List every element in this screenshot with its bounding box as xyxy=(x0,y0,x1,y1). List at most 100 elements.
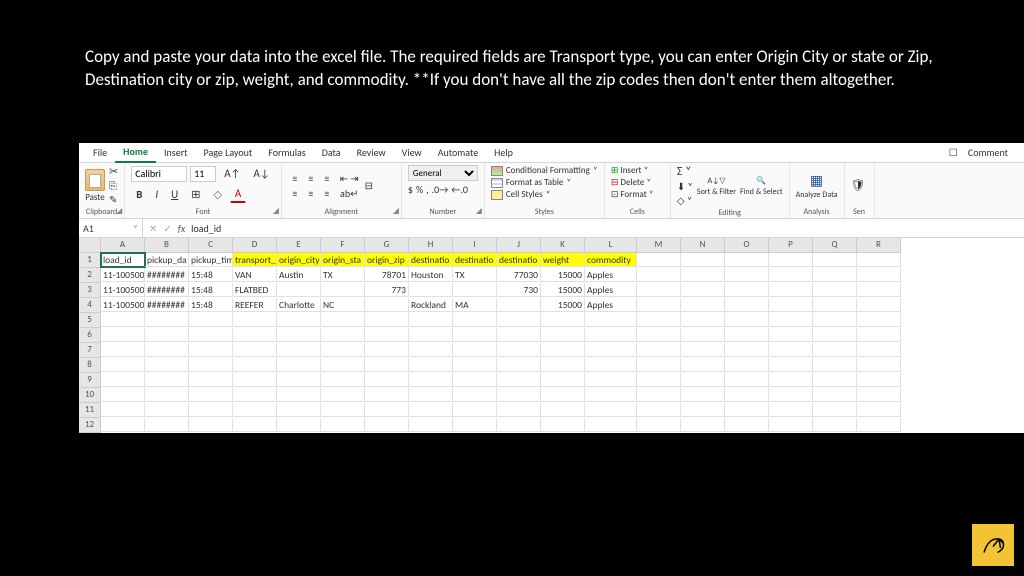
cell[interactable] xyxy=(365,418,409,432)
cell[interactable] xyxy=(857,283,901,297)
cell[interactable] xyxy=(453,283,497,297)
tab-formulas[interactable]: Formulas xyxy=(260,143,313,162)
cell[interactable]: TX xyxy=(453,268,497,282)
cell[interactable] xyxy=(725,403,769,417)
cell[interactable]: FLATBED xyxy=(233,283,277,297)
cell[interactable] xyxy=(681,418,725,432)
cell[interactable] xyxy=(813,343,857,357)
cell[interactable] xyxy=(277,313,321,327)
tab-file[interactable]: File xyxy=(85,143,115,162)
cell[interactable]: Apples xyxy=(585,268,637,282)
cell[interactable] xyxy=(585,328,637,342)
cell[interactable] xyxy=(453,328,497,342)
align-top-icon[interactable]: ≡ xyxy=(288,172,302,185)
name-box[interactable]: A1˅ xyxy=(79,219,143,237)
align-center-icon[interactable]: ≡ xyxy=(304,187,318,200)
cell[interactable] xyxy=(637,283,681,297)
cell[interactable] xyxy=(769,388,813,402)
cell[interactable] xyxy=(681,283,725,297)
cell[interactable]: Rockland xyxy=(409,298,453,312)
col-header[interactable]: M xyxy=(637,238,681,253)
col-header[interactable]: I xyxy=(453,238,497,253)
cell[interactable] xyxy=(725,373,769,387)
wrap-text-icon[interactable]: ab↵ xyxy=(340,187,359,200)
row-header[interactable]: 9 xyxy=(79,373,101,388)
cell[interactable] xyxy=(365,298,409,312)
cell[interactable] xyxy=(409,313,453,327)
number-launcher-icon[interactable]: ◢ xyxy=(476,206,482,216)
cell[interactable]: origin_city xyxy=(277,253,321,267)
cell[interactable]: origin_sta xyxy=(321,253,365,267)
row-header[interactable]: 5 xyxy=(79,313,101,328)
cell[interactable] xyxy=(857,403,901,417)
spreadsheet-grid[interactable]: ABCDEFGHIJKLMNOPQR1load_idpickup_dapicku… xyxy=(79,238,1024,433)
cell[interactable] xyxy=(813,298,857,312)
tab-help[interactable]: Help xyxy=(486,143,521,162)
row-header[interactable]: 6 xyxy=(79,328,101,343)
percent-icon[interactable]: % xyxy=(416,183,423,196)
cell[interactable] xyxy=(769,313,813,327)
cell[interactable] xyxy=(725,268,769,282)
cell[interactable] xyxy=(637,253,681,267)
tab-insert[interactable]: Insert xyxy=(156,143,196,162)
cell[interactable] xyxy=(857,328,901,342)
cell[interactable] xyxy=(145,313,189,327)
cell[interactable] xyxy=(813,373,857,387)
cell[interactable] xyxy=(233,313,277,327)
cell[interactable] xyxy=(101,343,145,357)
cell[interactable] xyxy=(585,418,637,432)
cell[interactable] xyxy=(277,388,321,402)
cell[interactable] xyxy=(637,328,681,342)
cell[interactable] xyxy=(681,343,725,357)
sort-filter-button[interactable]: A↓▽ Sort & Filter xyxy=(697,176,736,197)
cell[interactable] xyxy=(189,388,233,402)
cell[interactable] xyxy=(541,343,585,357)
cell[interactable] xyxy=(233,328,277,342)
cell[interactable] xyxy=(857,268,901,282)
cell[interactable]: Charlotte xyxy=(277,298,321,312)
currency-icon[interactable]: $ xyxy=(408,183,413,196)
cell[interactable] xyxy=(585,343,637,357)
cell[interactable] xyxy=(681,388,725,402)
cell[interactable] xyxy=(365,328,409,342)
cell[interactable] xyxy=(585,403,637,417)
cell[interactable] xyxy=(145,418,189,432)
cell[interactable] xyxy=(769,328,813,342)
cell[interactable] xyxy=(769,418,813,432)
cell[interactable] xyxy=(145,328,189,342)
cell[interactable]: 15000 xyxy=(541,283,585,297)
cell[interactable] xyxy=(145,373,189,387)
cell[interactable] xyxy=(769,403,813,417)
cell[interactable] xyxy=(681,298,725,312)
cell[interactable]: load_id xyxy=(101,253,145,267)
cell[interactable] xyxy=(189,418,233,432)
decrease-font-icon[interactable]: A↓ xyxy=(249,165,275,182)
align-bottom-icon[interactable]: ≡ xyxy=(320,172,334,185)
cell[interactable] xyxy=(857,343,901,357)
cell[interactable] xyxy=(769,283,813,297)
cell[interactable] xyxy=(725,328,769,342)
cell[interactable] xyxy=(585,373,637,387)
cell[interactable] xyxy=(725,418,769,432)
row-header[interactable]: 7 xyxy=(79,343,101,358)
font-launcher-icon[interactable]: ◢ xyxy=(273,206,279,216)
cell[interactable] xyxy=(233,403,277,417)
font-color-icon[interactable]: A xyxy=(230,185,246,203)
cell[interactable] xyxy=(681,358,725,372)
cell[interactable] xyxy=(189,403,233,417)
cell[interactable] xyxy=(725,298,769,312)
cell[interactable] xyxy=(277,358,321,372)
conditional-formatting-button[interactable]: Conditional Formatting ˅ xyxy=(491,165,598,176)
cell[interactable]: 77030 xyxy=(497,268,541,282)
col-header[interactable]: L xyxy=(585,238,637,253)
cell[interactable] xyxy=(321,373,365,387)
cell[interactable] xyxy=(681,403,725,417)
cell[interactable] xyxy=(365,343,409,357)
col-header[interactable]: C xyxy=(189,238,233,253)
cell[interactable] xyxy=(813,268,857,282)
cell[interactable] xyxy=(145,388,189,402)
cell[interactable] xyxy=(857,373,901,387)
cell[interactable] xyxy=(813,403,857,417)
cell[interactable]: 773 xyxy=(365,283,409,297)
cell[interactable] xyxy=(101,388,145,402)
